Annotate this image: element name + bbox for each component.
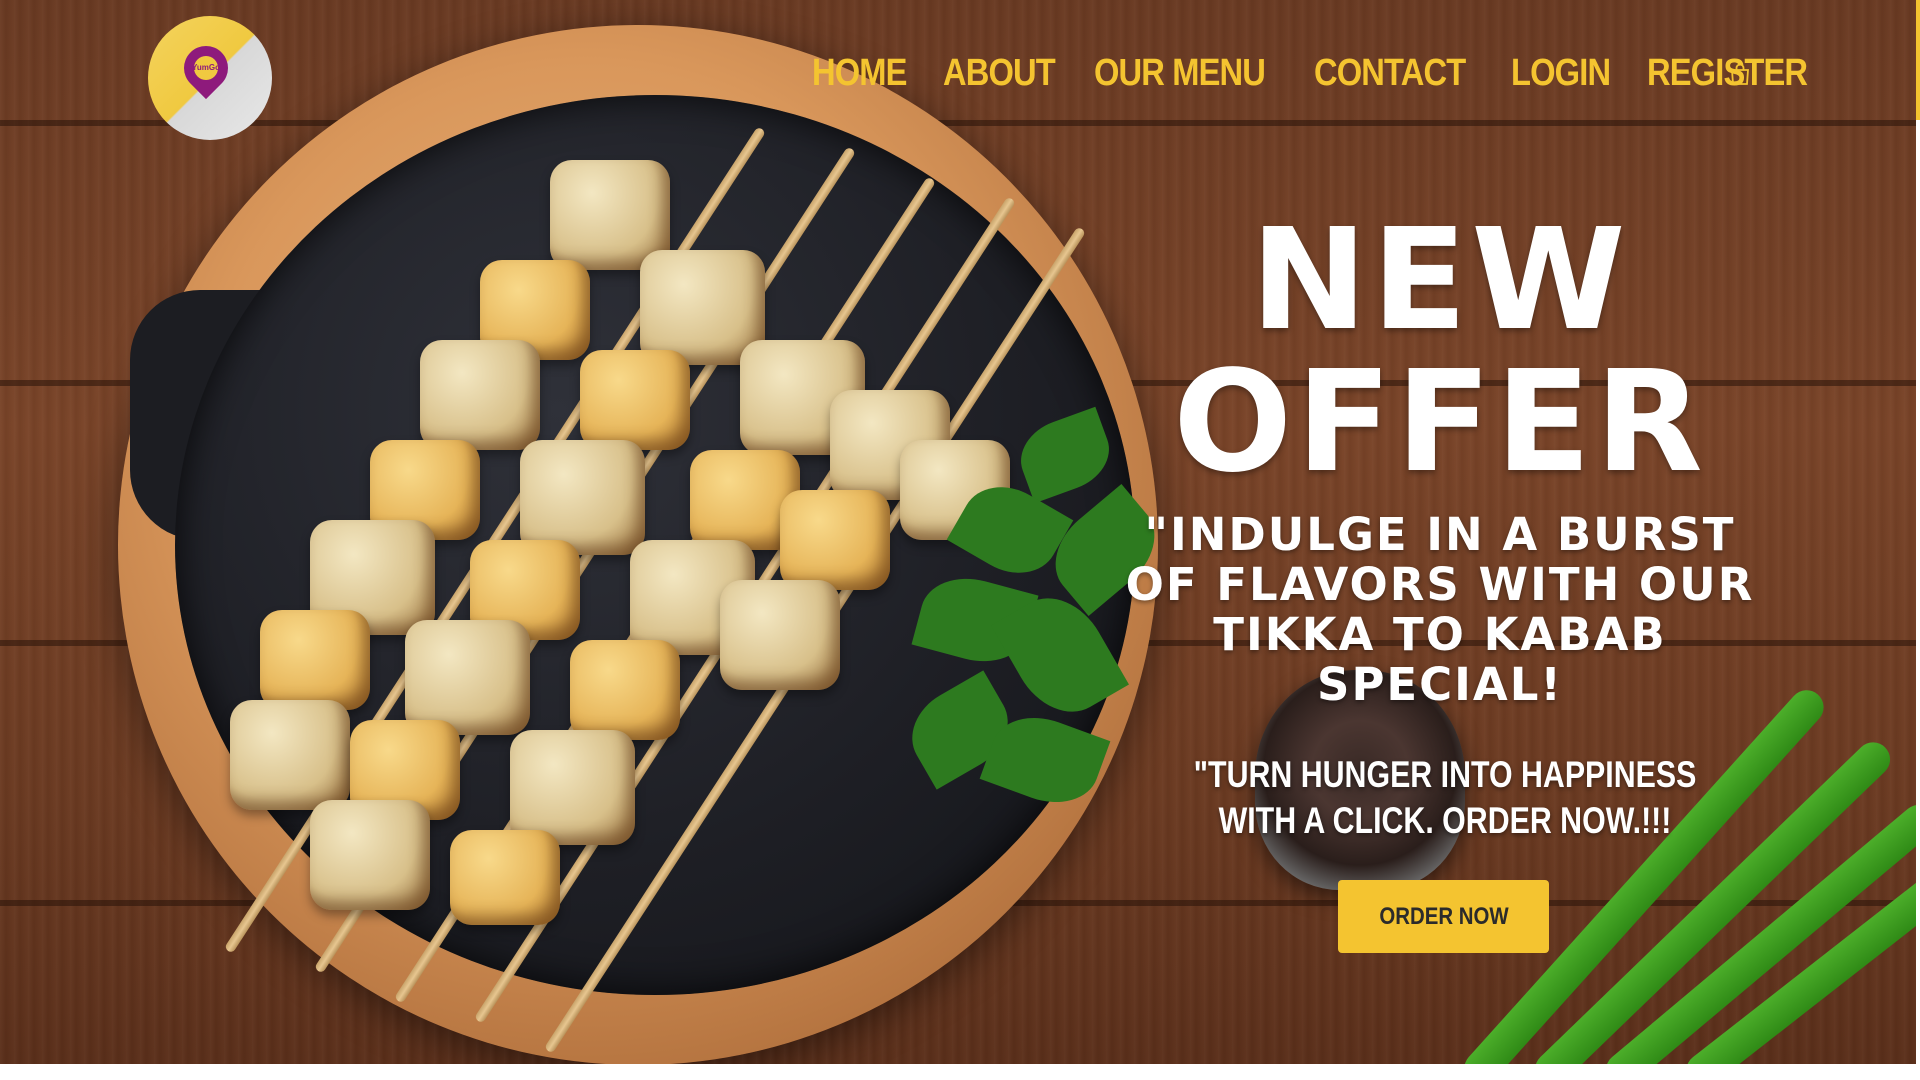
nav-login-link[interactable]: LOGIN [1511, 52, 1611, 95]
hero-tagline: "TURN HUNGER INTO HAPPINESS WITH A CLICK… [1193, 754, 1697, 841]
nav-contact-link[interactable]: CONTACT [1314, 52, 1466, 95]
headline-line-1: NEW [1250, 199, 1630, 362]
order-now-label: ORDER NOW [1378, 902, 1509, 930]
shopping-bag-icon[interactable] [1728, 62, 1752, 86]
main-nav: HOME ABOUT OUR MENU CONTACT LOGIN REGIST… [812, 52, 1814, 95]
nav-our-menu-link[interactable]: OUR MENU [1094, 52, 1266, 95]
brand-logo[interactable]: YumGo [148, 16, 272, 140]
hero-section: YumGo HOME ABOUT OUR MENU CONTACT LOGIN … [0, 0, 1916, 1064]
scrollbar-thumb[interactable] [1916, 0, 1920, 120]
logo-text: YumGo [191, 63, 220, 72]
order-now-button[interactable]: ORDER NOW [1338, 880, 1549, 953]
nav-about-link[interactable]: ABOUT [943, 52, 1056, 95]
hero-headline: NEW OFFER [1140, 210, 1740, 494]
headline-line-2: OFFER [1173, 341, 1707, 504]
nav-home-link[interactable]: HOME [812, 52, 907, 95]
hero-subheading: "INDULGE IN A BURST OF FLAVORS WITH OUR … [1125, 508, 1755, 711]
